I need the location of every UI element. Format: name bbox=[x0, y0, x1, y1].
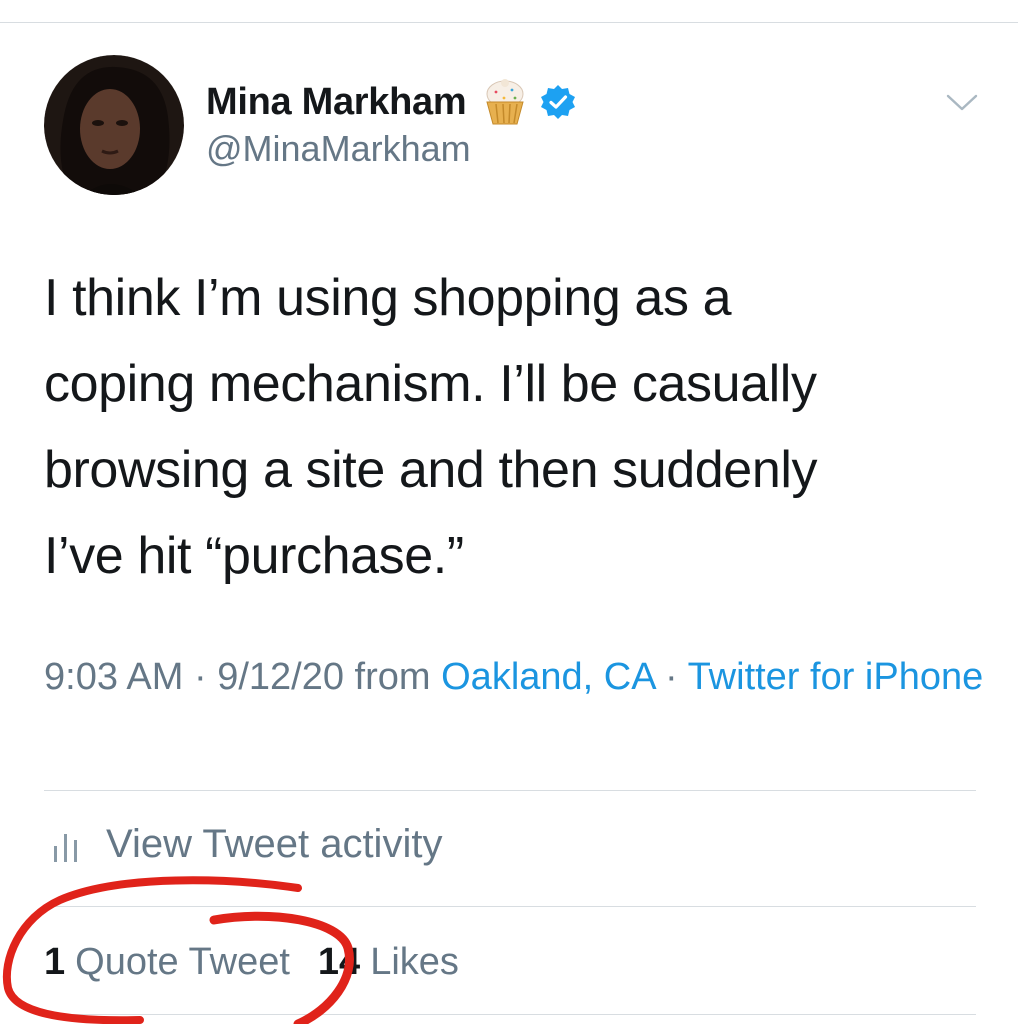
location-link[interactable]: Oakland, CA bbox=[441, 656, 654, 698]
likes-stat[interactable]: 14 Likes bbox=[318, 941, 459, 984]
meta-separator: · bbox=[654, 656, 688, 698]
tweet-text-line: I’ve hit “purchase.” bbox=[44, 527, 464, 585]
bar-chart-icon bbox=[54, 834, 77, 862]
avatar[interactable] bbox=[44, 55, 184, 195]
chevron-down-icon[interactable] bbox=[944, 88, 980, 116]
author-handle[interactable]: @MinaMarkham bbox=[206, 128, 471, 170]
verified-badge-icon bbox=[541, 85, 576, 119]
quote-label: Quote Tweet bbox=[75, 940, 290, 983]
view-tweet-activity-button[interactable]: View Tweet activity bbox=[44, 816, 442, 872]
author-name-row[interactable]: Mina Markham bbox=[206, 76, 576, 128]
tweet-text-line: browsing a site and then suddenly bbox=[44, 441, 818, 499]
tweet-text-line: coping mechanism. I’ll be casually bbox=[44, 355, 817, 413]
tweet-text: I think I’m using shopping as a coping m… bbox=[44, 255, 984, 599]
avatar-image bbox=[44, 55, 184, 195]
divider bbox=[44, 790, 976, 791]
like-label: Likes bbox=[370, 940, 459, 983]
from-text: from bbox=[344, 656, 442, 698]
divider bbox=[44, 906, 976, 907]
tweet-time: 9:03 AM bbox=[44, 656, 184, 698]
like-count: 14 bbox=[317, 940, 361, 983]
tweet-detail-screen: Mina Markham @MinaMarkham I think I’m us… bbox=[0, 0, 1018, 1024]
source-link[interactable]: Twitter for iPhone bbox=[688, 656, 984, 698]
view-tweet-activity-label: View Tweet activity bbox=[106, 821, 443, 866]
tweet-stats: 1 Quote Tweet 14 Likes bbox=[44, 934, 487, 990]
meta-separator: · bbox=[183, 656, 218, 698]
quote-count: 1 bbox=[44, 940, 66, 983]
divider bbox=[44, 1014, 976, 1015]
tweet-date: 9/12/20 bbox=[217, 656, 344, 698]
top-divider bbox=[0, 22, 1018, 23]
display-name[interactable]: Mina Markham bbox=[206, 81, 467, 124]
tweet-metadata: 9:03 AM · 9/12/20 from Oakland, CA · Twi… bbox=[44, 650, 984, 704]
quote-tweets-stat[interactable]: 1 Quote Tweet bbox=[44, 941, 290, 984]
tweet-text-line: I think I’m using shopping as a bbox=[44, 269, 732, 327]
cupcake-emoji-icon bbox=[486, 79, 525, 125]
